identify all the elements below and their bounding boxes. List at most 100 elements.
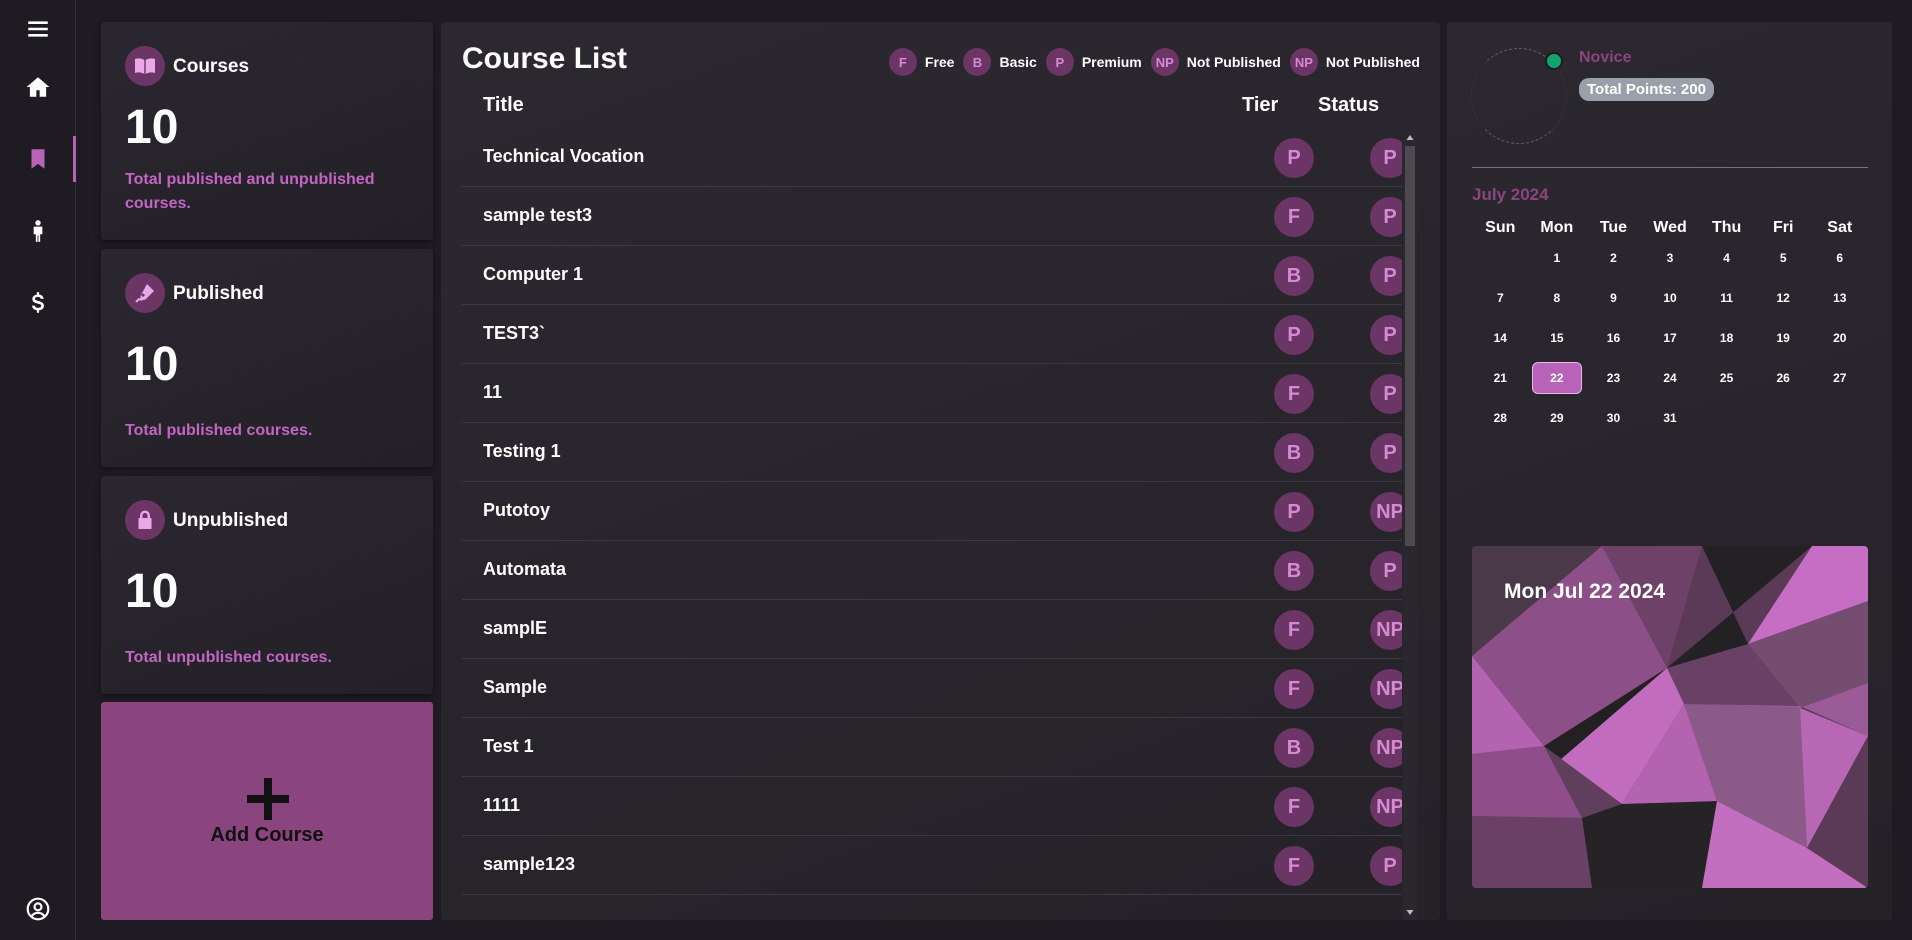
calendar-day[interactable]: 13 — [1811, 282, 1868, 322]
calendar-week: 1 2 3 4 5 6 — [1472, 242, 1868, 282]
legend-label: Premium — [1081, 54, 1142, 70]
stat-value: 10 — [125, 565, 179, 618]
legend-item: B Basic — [963, 48, 1037, 76]
table-row[interactable]: samplE F NP — [462, 600, 1402, 659]
calendar-day[interactable]: 12 — [1755, 282, 1812, 322]
table-row[interactable]: Sample F NP — [462, 659, 1402, 718]
nav-students[interactable] — [0, 208, 75, 254]
calendar-day[interactable]: 21 — [1472, 362, 1529, 402]
course-title: Automata — [483, 559, 567, 579]
table-row[interactable]: 1111 F NP — [462, 777, 1402, 836]
scroll-down-icon[interactable] — [1406, 908, 1414, 916]
lock-icon — [125, 500, 165, 540]
table-row[interactable]: Computer 1 B P — [462, 246, 1402, 305]
status-badge: P — [1370, 433, 1402, 473]
divider — [1472, 167, 1868, 168]
nav-courses[interactable] — [0, 136, 76, 182]
calendar-day[interactable]: 25 — [1698, 362, 1755, 402]
course-title: Test 1 — [483, 736, 534, 756]
course-title: Technical Vocation — [483, 146, 645, 166]
course-table-body: Technical Vocation P P sample test3 F P Comp… — [462, 128, 1402, 916]
calendar-week: 7 8 9 10 11 12 13 — [1472, 282, 1868, 322]
table-row[interactable]: Test 1 B NP — [462, 718, 1402, 777]
tier-badge: F — [1274, 610, 1314, 650]
calendar-day[interactable]: 16 — [1585, 322, 1642, 362]
calendar-day[interactable]: 31 — [1642, 402, 1699, 442]
calendar-day — [1755, 402, 1812, 442]
course-title: sample test3 — [483, 205, 593, 225]
add-course-label: Add Course — [210, 824, 324, 846]
status-badge: P — [1370, 846, 1402, 886]
calendar-day[interactable]: 15 — [1529, 322, 1586, 362]
calendar-day[interactable]: 10 — [1642, 282, 1699, 322]
scroll-thumb[interactable] — [1405, 146, 1415, 546]
profile-calendar-panel: Novice Total Points: 200 July 2024 Sun M… — [1447, 22, 1892, 920]
calendar-week: 28 29 30 31 — [1472, 402, 1868, 442]
calendar-day[interactable]: 8 — [1529, 282, 1586, 322]
status-badge: NP — [1370, 610, 1402, 650]
calendar-day[interactable]: 23 — [1585, 362, 1642, 402]
menu-button[interactable] — [0, 6, 75, 52]
calendar-day[interactable]: 18 — [1698, 322, 1755, 362]
column-header-status[interactable]: Status — [1318, 94, 1379, 117]
stat-value: 10 — [125, 338, 179, 391]
column-header-title[interactable]: Title — [483, 94, 524, 117]
tier-badge: F — [1274, 846, 1314, 886]
bookmark-icon — [31, 149, 44, 169]
legend-item: NP Not Published — [1150, 48, 1281, 76]
scroll-up-icon[interactable] — [1406, 134, 1414, 142]
tier-badge: B — [1274, 728, 1314, 768]
tier-badge: P — [1274, 138, 1314, 178]
calendar-day[interactable]: 7 — [1472, 282, 1529, 322]
status-badge: P — [1370, 315, 1402, 355]
calendar-day-today[interactable]: 22 — [1529, 362, 1586, 402]
nav-payments[interactable] — [0, 280, 75, 326]
calendar-day[interactable]: 24 — [1642, 362, 1699, 402]
table-row[interactable]: Putotoy P NP — [462, 482, 1402, 541]
calendar-day[interactable]: 4 — [1698, 242, 1755, 282]
date-card: Mon Jul 22 2024 — [1472, 546, 1868, 888]
calendar-day[interactable]: 20 — [1811, 322, 1868, 362]
nav-home[interactable] — [0, 64, 75, 110]
calendar-day[interactable]: 27 — [1811, 362, 1868, 402]
calendar-day[interactable]: 5 — [1755, 242, 1812, 282]
calendar-day[interactable]: 1 — [1529, 242, 1586, 282]
calendar-day[interactable]: 11 — [1698, 282, 1755, 322]
calendar-day[interactable]: 30 — [1585, 402, 1642, 442]
scrollbar[interactable] — [1403, 130, 1417, 920]
nav-account[interactable] — [0, 886, 75, 932]
table-row[interactable]: Testing 1 B P — [462, 423, 1402, 482]
user-rank: Novice — [1579, 49, 1632, 66]
calendar: Sun Mon Tue Wed Thu Fri Sat 1 2 3 4 5 6 … — [1472, 218, 1868, 442]
calendar-day[interactable]: 26 — [1755, 362, 1812, 402]
tier-badge: B — [1274, 551, 1314, 591]
stat-card-unpublished: Unpublished 10 Total unpublished courses… — [101, 476, 433, 694]
calendar-day[interactable]: 19 — [1755, 322, 1812, 362]
calendar-day[interactable]: 17 — [1642, 322, 1699, 362]
legend-badge: NP — [1289, 48, 1318, 76]
legend-item: P Premium — [1045, 48, 1142, 76]
column-header-tier[interactable]: Tier — [1242, 94, 1278, 117]
tier-badge: B — [1274, 256, 1314, 296]
legend-badge: P — [1045, 48, 1074, 76]
calendar-day[interactable]: 29 — [1529, 402, 1586, 442]
calendar-day[interactable]: 9 — [1585, 282, 1642, 322]
table-row[interactable]: Technical Vocation P P — [462, 128, 1402, 187]
calendar-day[interactable]: 28 — [1472, 402, 1529, 442]
dollar-icon — [31, 292, 44, 313]
calendar-day[interactable]: 14 — [1472, 322, 1529, 362]
table-row[interactable]: Automata B P — [462, 541, 1402, 600]
status-badge: NP — [1370, 787, 1402, 827]
calendar-day[interactable]: 3 — [1642, 242, 1699, 282]
status-badge: P — [1370, 138, 1402, 178]
table-row[interactable]: TEST3` P P — [462, 305, 1402, 364]
table-row[interactable]: sample test3 F P — [462, 187, 1402, 246]
table-row[interactable]: sample123 F P — [462, 836, 1402, 895]
legend-badge: B — [963, 48, 992, 76]
calendar-day[interactable] — [1472, 242, 1529, 282]
table-row[interactable]: 11 F P — [462, 364, 1402, 423]
stat-title: Unpublished — [173, 510, 289, 531]
add-course-button[interactable]: Add Course — [101, 702, 433, 920]
calendar-day[interactable]: 2 — [1585, 242, 1642, 282]
calendar-day[interactable]: 6 — [1811, 242, 1868, 282]
